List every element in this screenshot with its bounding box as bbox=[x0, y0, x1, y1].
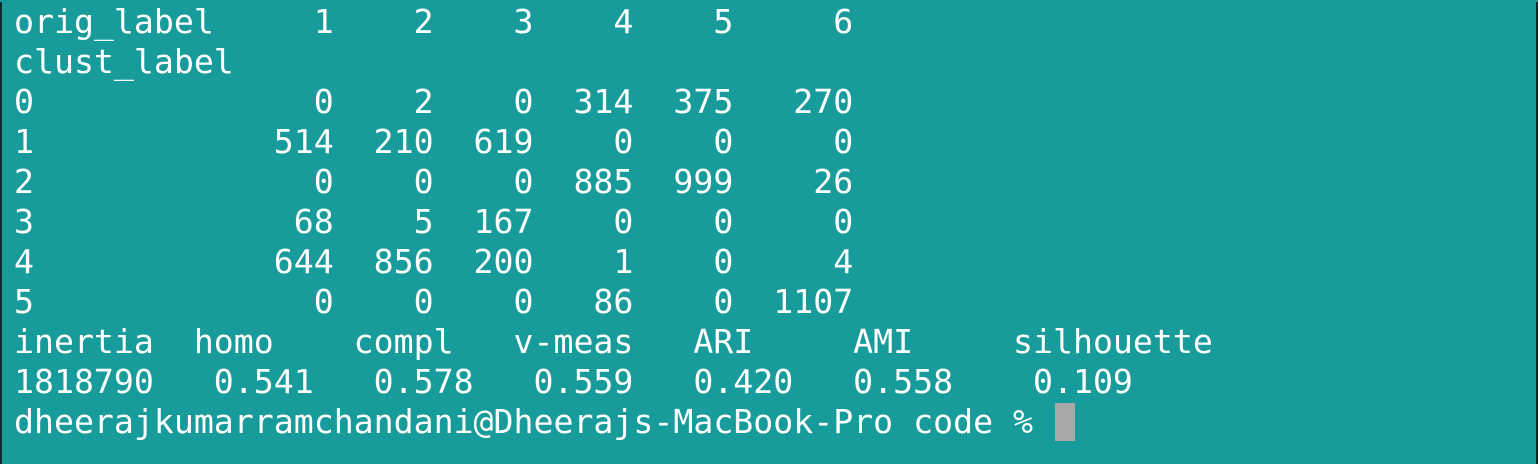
text-cursor bbox=[1055, 403, 1075, 441]
table-row: 3 68 5 167 0 0 0 bbox=[14, 202, 854, 241]
table-row: 4 644 856 200 1 0 4 bbox=[14, 242, 854, 281]
table-row: 5 0 0 0 86 0 1107 bbox=[14, 282, 854, 321]
table-row: 1 514 210 619 0 0 0 bbox=[14, 122, 854, 161]
metrics-header-row: inertia homo compl v-meas ARI AMI silhou… bbox=[14, 322, 1213, 361]
table-row: 0 0 2 0 314 375 270 bbox=[14, 82, 854, 121]
metrics-values-row: 1818790 0.541 0.578 0.559 0.420 0.558 0.… bbox=[14, 362, 1133, 401]
terminal-window[interactable]: orig_label 1 2 3 4 5 6 clust_label 0 0 2… bbox=[0, 2, 1538, 464]
prompt-line[interactable]: dheerajkumarramchandani@Dheerajs-MacBook… bbox=[14, 402, 1536, 442]
table-row: 2 0 0 0 885 999 26 bbox=[14, 162, 854, 201]
table-header-row: orig_label 1 2 3 4 5 6 bbox=[14, 2, 854, 41]
table-index-label: clust_label bbox=[14, 42, 234, 81]
shell-prompt: dheerajkumarramchandani@Dheerajs-MacBook… bbox=[14, 402, 1053, 441]
